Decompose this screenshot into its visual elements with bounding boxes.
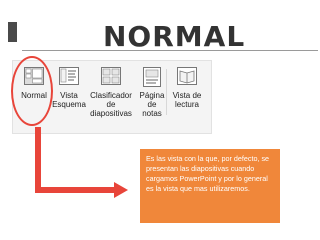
slide-sorter-label: Clasificador de diapositivas [90, 91, 132, 118]
slide-sorter-button[interactable]: Clasificador de diapositivas [86, 61, 136, 133]
notes-page-button[interactable]: Página de notas [137, 61, 167, 133]
ribbon-separator [166, 69, 167, 115]
description-box: Es las vista con la que, por defecto, se… [140, 149, 280, 223]
reading-view-icon [177, 67, 197, 90]
arrow-horizontal-segment [38, 187, 116, 193]
outline-view-label: Vista Esquema [52, 91, 86, 109]
outline-view-icon [59, 67, 79, 90]
highlight-circle [11, 56, 53, 126]
title-divider [22, 50, 318, 51]
arrow-vertical-segment [35, 127, 41, 193]
slide-marker [8, 22, 17, 42]
page-title: NORMAL [103, 20, 246, 53]
arrow-right-icon [114, 182, 128, 198]
reading-view-label: Vista de lectura [172, 91, 202, 109]
reading-view-button[interactable]: Vista de lectura [168, 61, 206, 133]
notes-page-icon [143, 67, 161, 92]
slide-sorter-icon [101, 67, 121, 90]
notes-page-label: Página de notas [139, 91, 165, 118]
outline-view-button[interactable]: Vista Esquema [52, 61, 86, 133]
